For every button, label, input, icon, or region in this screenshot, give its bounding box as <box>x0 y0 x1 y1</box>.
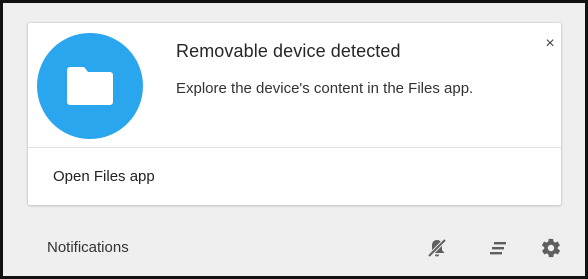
notification-app-icon <box>37 33 143 139</box>
notification-message: Explore the device's content in the File… <box>176 80 474 97</box>
gear-icon <box>541 238 561 258</box>
notifications-label: Notifications <box>47 239 129 256</box>
notification-title: Removable device detected <box>176 41 401 61</box>
close-icon[interactable]: × <box>541 35 559 53</box>
settings-button[interactable] <box>540 237 562 259</box>
bell-off-icon <box>427 238 447 258</box>
divider <box>28 147 561 148</box>
folder-icon <box>67 67 113 105</box>
clear-all-icon <box>490 242 506 255</box>
notification-card: Removable device detected Explore the de… <box>28 23 561 205</box>
open-files-app-button[interactable]: Open Files app <box>53 168 155 185</box>
do-not-disturb-button[interactable] <box>426 237 448 259</box>
clear-all-button[interactable] <box>487 237 509 259</box>
notification-center: Removable device detected Explore the de… <box>0 0 588 279</box>
